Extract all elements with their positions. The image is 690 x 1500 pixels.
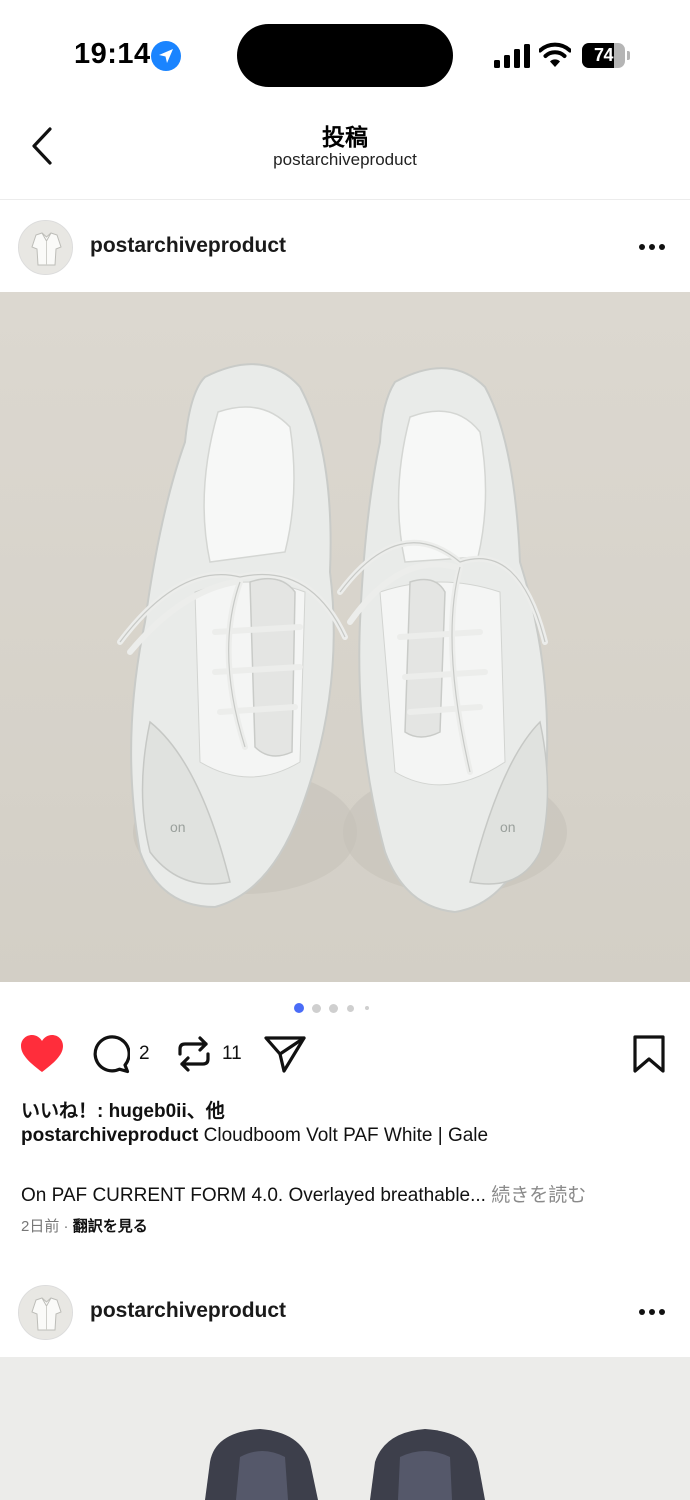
carousel-indicator <box>0 1002 690 1014</box>
avatar[interactable] <box>18 220 73 275</box>
next-post-image[interactable] <box>0 1357 690 1500</box>
comment-icon[interactable] <box>90 1034 130 1074</box>
action-bar: 2 11 <box>0 1030 690 1080</box>
status-bar: 19:14 74 <box>0 0 690 100</box>
cellular-signal-icon <box>494 44 530 68</box>
translate-link[interactable]: 翻訳を見る <box>73 1218 148 1235</box>
repost-icon[interactable] <box>174 1034 214 1074</box>
heart-icon[interactable] <box>20 1034 64 1074</box>
post-username[interactable]: postarchiveproduct <box>90 1299 286 1323</box>
avatar[interactable] <box>18 1285 73 1340</box>
page-title: 投稿 <box>322 124 368 150</box>
carousel-dot <box>311 1003 321 1013</box>
dynamic-island <box>237 24 453 87</box>
wifi-icon <box>539 42 571 67</box>
carousel-dot <box>365 1006 369 1010</box>
svg-text:on: on <box>170 819 186 835</box>
battery-icon: 74 <box>582 43 630 68</box>
meta-separator: · <box>59 1218 73 1235</box>
repost-count: 11 <box>222 1043 242 1064</box>
read-more-link[interactable]: 続きを読む <box>486 1185 586 1206</box>
carousel-dot <box>294 1003 304 1013</box>
caption: postarchiveproduct Cloudboom Volt PAF Wh… <box>21 1125 488 1147</box>
post-username[interactable]: postarchiveproduct <box>90 234 286 258</box>
page-subtitle: postarchiveproduct <box>273 150 417 169</box>
caption-username[interactable]: postarchiveproduct <box>21 1125 198 1146</box>
carousel-dot <box>346 1004 354 1012</box>
post-image[interactable]: on on <box>0 292 690 982</box>
nav-header: 投稿 postarchiveproduct <box>0 100 690 200</box>
caption-text: Cloudboom Volt PAF White | Gale <box>198 1125 489 1146</box>
next-post-header: postarchiveproduct <box>0 1266 690 1356</box>
location-arrow-icon <box>151 41 181 71</box>
status-time: 19:14 <box>74 38 151 70</box>
post-meta: 2日前 · 翻訳を見る <box>21 1215 148 1236</box>
ellipsis-icon[interactable] <box>630 235 674 259</box>
post-body: On PAF CURRENT FORM 4.0. Overlayed breat… <box>21 1180 586 1207</box>
send-icon[interactable] <box>263 1034 307 1074</box>
likes-summary[interactable]: いいね！: hugeb0ii、他 <box>21 1096 225 1123</box>
comment-count: 2 <box>139 1043 150 1064</box>
post-body-text: On PAF CURRENT FORM 4.0. Overlayed breat… <box>21 1185 486 1206</box>
svg-text:on: on <box>500 819 516 835</box>
post-header: postarchiveproduct <box>0 201 690 291</box>
bookmark-icon[interactable] <box>630 1034 668 1074</box>
carousel-dot <box>328 1003 338 1013</box>
post-timestamp: 2日前 <box>21 1218 60 1235</box>
battery-level: 74 <box>593 45 614 65</box>
ellipsis-icon[interactable] <box>630 1300 674 1324</box>
